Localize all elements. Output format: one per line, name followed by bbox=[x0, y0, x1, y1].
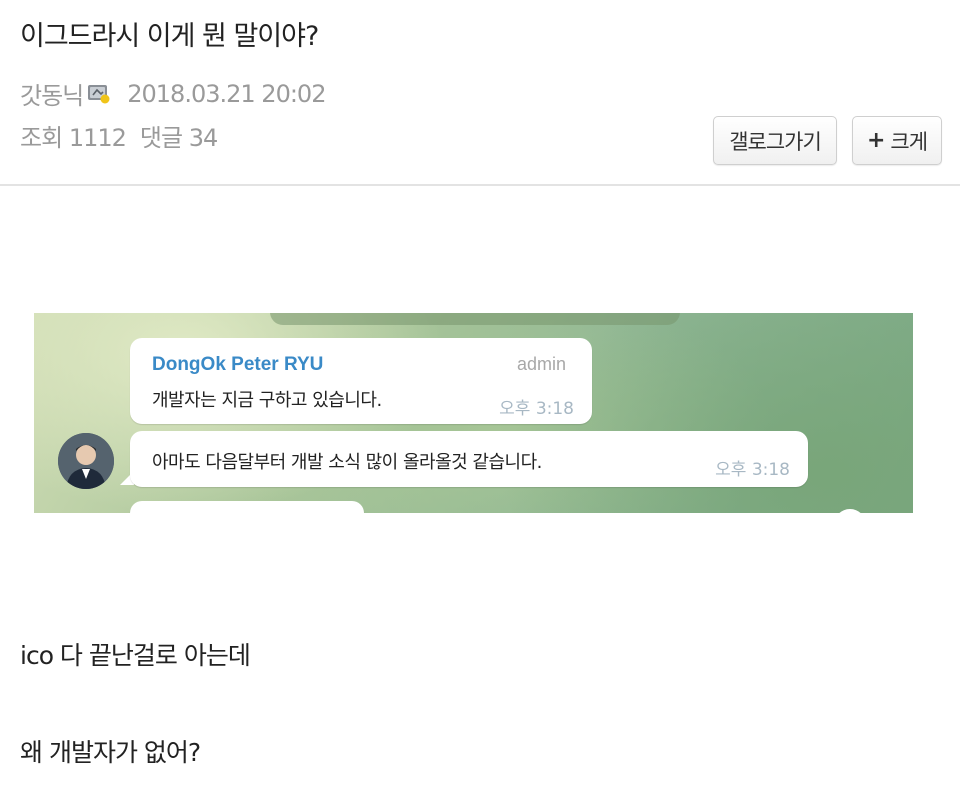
post-datetime: 2018.03.21 20:02 bbox=[127, 79, 326, 108]
chat-bubble-3 bbox=[130, 501, 364, 513]
chat-time-2: 오후 3:18 bbox=[715, 460, 790, 480]
post-title: 이그드라시 이게 뭔 말이야? bbox=[20, 21, 319, 52]
chat-bubble-1: DongOk Peter RYU admin 개발자는 지금 구하고 있습니다.… bbox=[130, 338, 592, 424]
chat-bubble-2: 아마도 다음달부터 개발 소식 많이 올라올것 같습니다. 오후 3:18 bbox=[130, 431, 808, 487]
chat-sender-name: DongOk Peter RYU bbox=[152, 354, 324, 375]
views-count: 1112 bbox=[68, 124, 127, 152]
plus-icon: + bbox=[866, 128, 885, 153]
views-label: 조회 bbox=[20, 124, 63, 152]
enlarge-button-label: 크게 bbox=[890, 129, 928, 154]
content-line-1: ico 다 끝난걸로 아는데 bbox=[20, 641, 251, 670]
enlarge-button[interactable]: + 크게 bbox=[852, 116, 942, 165]
level-badge-icon bbox=[87, 83, 111, 105]
comments-count[interactable]: 34 bbox=[189, 124, 219, 152]
date-pill bbox=[270, 313, 680, 325]
gallog-button-label: 갤로그가기 bbox=[729, 129, 822, 154]
chat-message-1: 개발자는 지금 구하고 있습니다. bbox=[152, 390, 382, 411]
chat-time-1: 오후 3:18 bbox=[499, 399, 574, 419]
chat-screenshot-image: DongOk Peter RYU admin 개발자는 지금 구하고 있습니다.… bbox=[34, 313, 913, 513]
author-name[interactable]: 갓동닉 bbox=[20, 76, 84, 111]
comments-label: 댓글 bbox=[139, 124, 183, 152]
chat-sender-role: admin bbox=[516, 354, 566, 374]
post-stats: 조회 1112 댓글 34 bbox=[20, 118, 219, 153]
gallog-button[interactable]: 갤로그가기 bbox=[713, 116, 837, 165]
header-divider bbox=[0, 184, 960, 186]
chat-message-2: 아마도 다음달부터 개발 소식 많이 올라올것 같습니다. bbox=[152, 452, 542, 473]
avatar bbox=[58, 433, 114, 489]
content-line-2: 왜 개발자가 없어? bbox=[20, 738, 201, 767]
post-meta: 갓동닉 2018.03.21 20:02 bbox=[20, 76, 326, 111]
scroll-indicator bbox=[834, 509, 866, 513]
